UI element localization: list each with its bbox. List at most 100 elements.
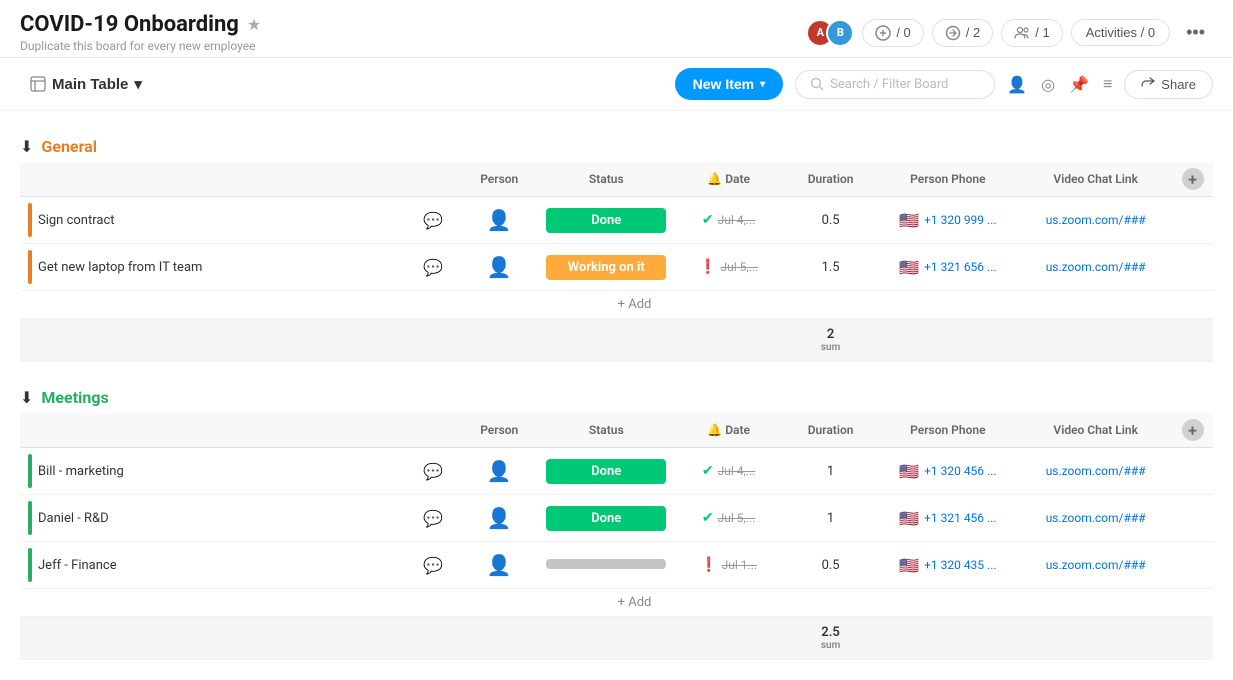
- status-badge[interactable]: Done: [546, 208, 666, 233]
- video-cell[interactable]: us.zoom.com/###: [1019, 542, 1172, 589]
- phone-cell[interactable]: 🇺🇸+1 320 435 ...: [876, 542, 1019, 589]
- people-button[interactable]: / 1: [1001, 19, 1062, 47]
- comment-cell[interactable]: 💬: [407, 542, 458, 589]
- person-icon[interactable]: 👤: [487, 208, 512, 232]
- group-color-bar: [28, 250, 32, 284]
- phone-cell[interactable]: 🇺🇸+1 321 656 ...: [876, 244, 1019, 291]
- phone-cell[interactable]: 🇺🇸+1 321 456 ...: [876, 495, 1019, 542]
- pin-icon[interactable]: 📌: [1069, 75, 1089, 94]
- add-item-button[interactable]: + Add: [20, 589, 1213, 617]
- add-col-icon-m[interactable]: +: [1182, 419, 1204, 441]
- star-icon[interactable]: ★: [247, 15, 261, 34]
- video-cell[interactable]: us.zoom.com/###: [1019, 244, 1172, 291]
- group-meetings-header: ⬇ Meetings: [20, 382, 1213, 413]
- search-filter-box[interactable]: Search / Filter Board: [795, 70, 995, 99]
- phone-value[interactable]: 🇺🇸+1 320 999 ...: [880, 211, 1015, 230]
- task-name: Sign contract: [38, 213, 115, 228]
- comment-cell[interactable]: 💬: [407, 244, 458, 291]
- video-link[interactable]: us.zoom.com/###: [1046, 464, 1146, 478]
- person-cell[interactable]: 👤: [458, 542, 540, 589]
- comment-icon[interactable]: 💬: [423, 509, 443, 528]
- comment-icon[interactable]: 💬: [423, 556, 443, 575]
- board-title: COVID-19 Onboarding: [20, 12, 239, 37]
- activities-label: Activities / 0: [1086, 25, 1155, 40]
- filter-icon[interactable]: ≡: [1103, 74, 1112, 94]
- phone-cell[interactable]: 🇺🇸+1 320 999 ...: [876, 197, 1019, 244]
- status-cell[interactable]: Done: [540, 448, 673, 495]
- status-badge[interactable]: Done: [546, 506, 666, 531]
- person-cell[interactable]: 👤: [458, 197, 540, 244]
- comment-cell[interactable]: 💬: [407, 495, 458, 542]
- video-link[interactable]: us.zoom.com/###: [1046, 213, 1146, 227]
- meetings-table: Person Status 🔔 Date Duration Person Pho…: [20, 413, 1213, 617]
- video-link[interactable]: us.zoom.com/###: [1046, 511, 1146, 525]
- add-item-button[interactable]: + Add: [20, 291, 1213, 319]
- add-row[interactable]: + Add: [20, 589, 1213, 617]
- phone-cell[interactable]: 🇺🇸+1 320 456 ...: [876, 448, 1019, 495]
- comment-icon[interactable]: 💬: [423, 462, 443, 481]
- status-cell[interactable]: Done: [540, 495, 673, 542]
- video-link[interactable]: us.zoom.com/###: [1046, 260, 1146, 274]
- phone-value[interactable]: 🇺🇸+1 320 435 ...: [880, 556, 1015, 575]
- col-status-header-general: Status: [540, 162, 673, 197]
- date-value: ✔Jul 4,...: [677, 212, 781, 228]
- activities-button[interactable]: Activities / 0: [1071, 19, 1170, 46]
- connect-icon: [945, 25, 961, 41]
- date-icon: ✔: [702, 212, 714, 228]
- people-icon: [1014, 25, 1030, 41]
- invite-button[interactable]: / 0: [862, 19, 923, 47]
- comment-cell[interactable]: 💬: [407, 197, 458, 244]
- video-link[interactable]: us.zoom.com/###: [1046, 558, 1146, 572]
- comment-icon[interactable]: 💬: [423, 211, 443, 230]
- video-cell[interactable]: us.zoom.com/###: [1019, 197, 1172, 244]
- comment-cell[interactable]: 💬: [407, 448, 458, 495]
- comment-icon[interactable]: 💬: [423, 258, 443, 277]
- more-options-button[interactable]: •••: [1178, 17, 1213, 48]
- status-badge[interactable]: Done: [546, 459, 666, 484]
- task-name-cell: Sign contract: [20, 197, 407, 244]
- date-cell: ✔Jul 4,...: [673, 448, 785, 495]
- phone-value[interactable]: 🇺🇸+1 321 656 ...: [880, 258, 1015, 277]
- group-meetings-toggle[interactable]: ⬇: [20, 388, 33, 407]
- connect-button[interactable]: / 2: [932, 19, 993, 47]
- avatar-2: B: [826, 19, 854, 47]
- status-cell[interactable]: [540, 542, 673, 589]
- col-video-header-meetings: Video Chat Link: [1019, 413, 1172, 448]
- video-cell[interactable]: us.zoom.com/###: [1019, 495, 1172, 542]
- share-button[interactable]: Share: [1124, 70, 1213, 99]
- person-icon[interactable]: 👤: [487, 506, 512, 530]
- status-badge[interactable]: [546, 559, 666, 569]
- person-icon[interactable]: 👤: [487, 459, 512, 483]
- add-col-cell: [1172, 542, 1213, 589]
- task-name-cell: Daniel - R&D: [20, 495, 407, 542]
- meetings-sum-value: 2.5: [821, 625, 840, 640]
- video-cell[interactable]: us.zoom.com/###: [1019, 448, 1172, 495]
- eye-icon[interactable]: ◎: [1041, 75, 1055, 94]
- person-filter-icon[interactable]: 👤: [1007, 75, 1027, 94]
- add-row[interactable]: + Add: [20, 291, 1213, 319]
- status-cell[interactable]: Working on it: [540, 244, 673, 291]
- date-text: Jul 4,...: [718, 464, 756, 478]
- person-cell[interactable]: 👤: [458, 448, 540, 495]
- status-cell[interactable]: Done: [540, 197, 673, 244]
- main-table-button[interactable]: Main Table ▾: [20, 69, 152, 99]
- meetings-sum-label: sum: [789, 640, 873, 651]
- col-add-header-meetings[interactable]: +: [1172, 413, 1213, 448]
- col-person-header-meetings: Person: [458, 413, 540, 448]
- col-task-header: [20, 162, 407, 197]
- search-placeholder: Search / Filter Board: [830, 77, 948, 92]
- add-col-cell: [1172, 197, 1213, 244]
- person-icon[interactable]: 👤: [487, 553, 512, 577]
- date-value: ✔Jul 5,...: [677, 510, 781, 526]
- person-icon[interactable]: 👤: [487, 255, 512, 279]
- add-col-icon[interactable]: +: [1182, 168, 1204, 190]
- toolbar-icons: 👤 ◎ 📌 ≡: [1007, 74, 1112, 94]
- phone-value[interactable]: 🇺🇸+1 321 456 ...: [880, 509, 1015, 528]
- group-general-toggle[interactable]: ⬇: [20, 137, 33, 156]
- status-badge[interactable]: Working on it: [546, 255, 666, 280]
- phone-value[interactable]: 🇺🇸+1 320 456 ...: [880, 462, 1015, 481]
- col-add-header-general[interactable]: +: [1172, 162, 1213, 197]
- person-cell[interactable]: 👤: [458, 244, 540, 291]
- person-cell[interactable]: 👤: [458, 495, 540, 542]
- new-item-button[interactable]: New Item ▾: [675, 68, 784, 100]
